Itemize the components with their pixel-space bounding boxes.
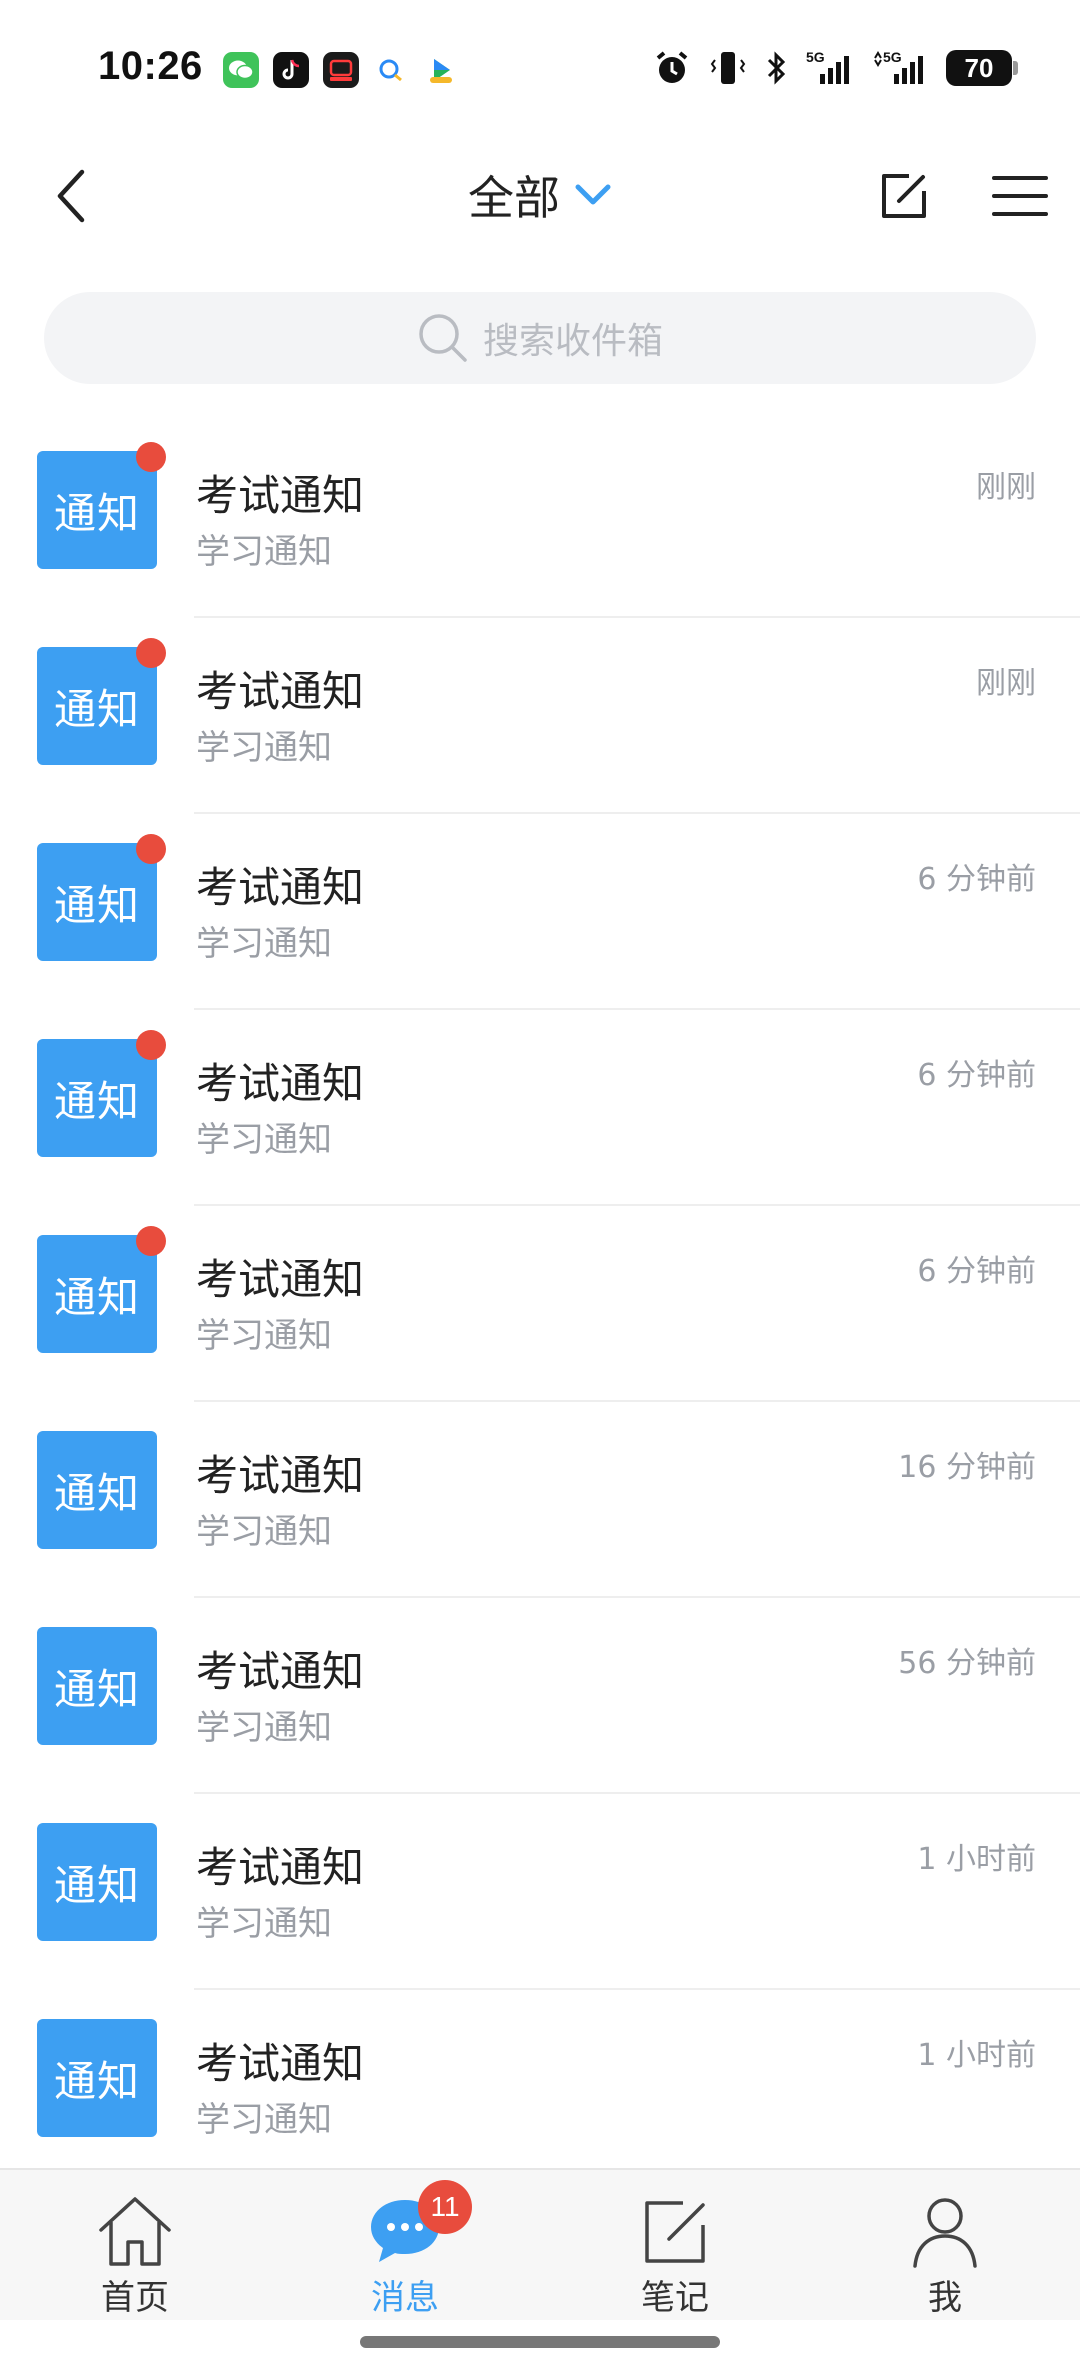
video-play-app-icon <box>423 52 459 88</box>
tab-home[interactable]: 首页 <box>0 2170 270 2320</box>
signal-5g-2-icon: 5G <box>872 48 928 88</box>
message-time: 6 分钟前 <box>917 1254 1036 1289</box>
message-title: 考试通知 <box>196 1255 365 1304</box>
notice-icon: 通知 <box>37 843 157 961</box>
search-placeholder: 搜索收件箱 <box>482 321 663 362</box>
tiktok-icon <box>273 52 309 88</box>
message-subtitle: 学习通知 <box>196 532 332 572</box>
home-icon <box>95 2194 175 2268</box>
message-subtitle: 学习通知 <box>196 1316 332 1356</box>
notice-icon: 通知 <box>37 1235 157 1353</box>
tab-label: 笔记 <box>641 2278 709 2318</box>
compose-button[interactable] <box>872 164 936 228</box>
message-time: 1 小时前 <box>917 2038 1036 2073</box>
home-indicator[interactable] <box>360 2336 720 2348</box>
notice-icon: 通知 <box>37 1627 157 1745</box>
message-title: 考试通知 <box>196 471 365 520</box>
message-title: 考试通知 <box>196 863 365 912</box>
message-subtitle: 学习通知 <box>196 1512 332 1552</box>
status-bar: 10:26 5G 5G 70 <box>0 0 1080 140</box>
message-title: 考试通知 <box>196 1059 365 1108</box>
message-subtitle: 学习通知 <box>196 924 332 964</box>
note-edit-icon <box>639 2194 711 2268</box>
message-title: 考试通知 <box>196 2039 365 2088</box>
tab-me[interactable]: 我 <box>810 2170 1080 2320</box>
svg-text:5G: 5G <box>883 49 902 65</box>
unread-count-badge: 11 <box>418 2180 472 2234</box>
unread-dot <box>136 1226 166 1256</box>
signal-5g-icon: 5G <box>806 48 854 88</box>
status-time: 10:26 <box>98 44 203 88</box>
battery-indicator: 70 <box>946 50 1018 86</box>
message-time: 6 分钟前 <box>917 1058 1036 1093</box>
message-item[interactable]: 通知 考试通知 学习通知 16 分钟前 <box>0 1402 1080 1598</box>
unread-dot <box>136 442 166 472</box>
message-time: 16 分钟前 <box>898 1450 1036 1485</box>
message-subtitle: 学习通知 <box>196 728 332 768</box>
hamburger-menu-icon <box>992 176 1048 216</box>
message-item[interactable]: 通知 考试通知 学习通知 刚刚 <box>0 618 1080 814</box>
alarm-icon <box>652 48 692 88</box>
status-app-icons <box>223 52 459 88</box>
unread-dot <box>136 834 166 864</box>
message-subtitle: 学习通知 <box>196 1120 332 1160</box>
unread-dot <box>136 1030 166 1060</box>
message-title: 考试通知 <box>196 1647 365 1696</box>
tab-label: 消息 <box>371 2278 439 2318</box>
tab-label: 我 <box>928 2278 962 2318</box>
notice-icon: 通知 <box>37 2019 157 2137</box>
message-time: 56 分钟前 <box>898 1646 1036 1681</box>
notice-icon: 通知 <box>37 647 157 765</box>
vibrate-icon <box>710 48 746 88</box>
message-item[interactable]: 通知 考试通知 学习通知 1 小时前 <box>0 1794 1080 1990</box>
notice-icon: 通知 <box>37 1823 157 1941</box>
message-subtitle: 学习通知 <box>196 1708 332 1748</box>
message-item[interactable]: 通知 考试通知 学习通知 6 分钟前 <box>0 814 1080 1010</box>
bottom-tab-bar: 首页 11 消息 笔记 我 <box>0 2168 1080 2320</box>
message-title: 考试通知 <box>196 1451 365 1500</box>
message-time: 6 分钟前 <box>917 862 1036 897</box>
message-title: 考试通知 <box>196 667 365 716</box>
message-subtitle: 学习通知 <box>196 2100 332 2140</box>
compose-icon <box>882 174 926 218</box>
search-app-icon <box>373 52 409 88</box>
message-subtitle: 学习通知 <box>196 1904 332 1944</box>
message-item[interactable]: 通知 考试通知 学习通知 56 分钟前 <box>0 1598 1080 1794</box>
video-app-icon <box>323 52 359 88</box>
page-title: 全部 <box>468 171 560 225</box>
message-list: 通知 考试通知 学习通知 刚刚 通知 考试通知 学习通知 刚刚 通知 考试通知 … <box>0 422 1080 2186</box>
status-indicators: 5G 5G 70 <box>652 48 1018 88</box>
message-item[interactable]: 通知 考试通知 学习通知 刚刚 <box>0 422 1080 618</box>
message-item[interactable]: 通知 考试通知 学习通知 6 分钟前 <box>0 1206 1080 1402</box>
search-input[interactable]: 搜索收件箱 <box>44 292 1036 384</box>
search-icon <box>419 314 467 362</box>
chevron-down-icon <box>575 184 611 205</box>
message-item[interactable]: 通知 考试通知 学习通知 1 小时前 <box>0 1990 1080 2186</box>
tab-notes[interactable]: 笔记 <box>540 2170 810 2320</box>
menu-button[interactable] <box>988 164 1052 228</box>
svg-text:5G: 5G <box>806 49 825 65</box>
nav-bar: 全部 <box>0 140 1080 252</box>
tab-messages[interactable]: 11 消息 <box>270 2170 540 2320</box>
unread-dot <box>136 638 166 668</box>
message-item[interactable]: 通知 考试通知 学习通知 6 分钟前 <box>0 1010 1080 1206</box>
notice-icon: 通知 <box>37 451 157 569</box>
notice-icon: 通知 <box>37 1431 157 1549</box>
message-time: 1 小时前 <box>917 1842 1036 1877</box>
message-time: 刚刚 <box>976 666 1036 701</box>
person-icon <box>909 2194 981 2268</box>
bluetooth-icon <box>764 48 788 88</box>
message-title: 考试通知 <box>196 1843 365 1892</box>
message-time: 刚刚 <box>976 470 1036 505</box>
notice-icon: 通知 <box>37 1039 157 1157</box>
tab-label: 首页 <box>101 2278 169 2318</box>
wechat-icon <box>223 52 259 88</box>
